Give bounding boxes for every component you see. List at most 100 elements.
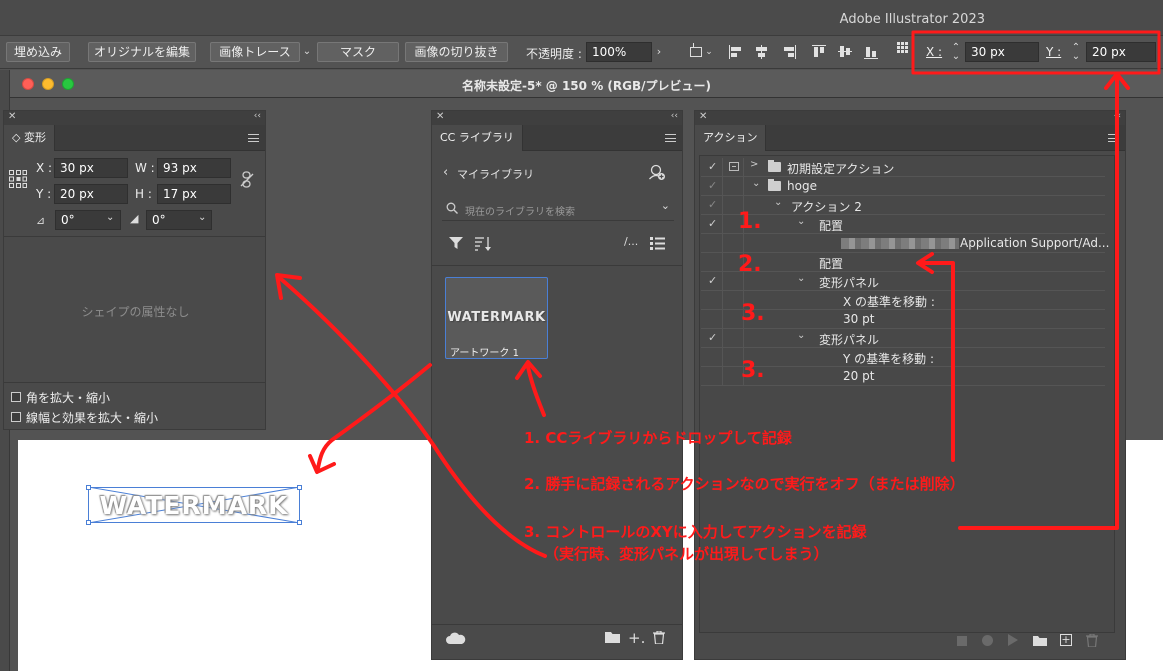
- constrain-proportions-icon[interactable]: [240, 171, 254, 189]
- toggle-item-check[interactable]: ✓: [708, 217, 717, 230]
- sort-icon[interactable]: [475, 237, 491, 251]
- align-bottom-icon[interactable]: [864, 45, 878, 59]
- toggle-item-check[interactable]: ✓: [708, 198, 717, 211]
- align-center-v-icon[interactable]: [838, 45, 852, 59]
- close-panel-icon[interactable]: ✕: [8, 111, 16, 122]
- toggle-item-check[interactable]: ✓: [708, 331, 717, 344]
- align-to-dropdown-icon[interactable]: ⌄: [702, 42, 716, 62]
- note-1: 1. CCライブラリからドロップして記録: [524, 429, 792, 447]
- transform-w-input[interactable]: 93 px: [157, 158, 231, 178]
- crop-image-button[interactable]: 画像の切り抜き: [405, 42, 508, 62]
- action-set-row[interactable]: ✓ > 初期設定アクション: [701, 158, 1105, 177]
- x-stepper-icon[interactable]: ⌃ ⌄: [949, 42, 963, 62]
- bbox-handle[interactable]: [297, 520, 302, 525]
- reference-point-icon[interactable]: [9, 170, 27, 188]
- library-name[interactable]: マイライブラリ: [457, 166, 534, 182]
- action-detail-row[interactable]: Application Support/Ad...: [701, 234, 1109, 253]
- filter-icon[interactable]: [449, 237, 463, 249]
- new-set-icon[interactable]: [1033, 635, 1047, 646]
- panel-menu-icon[interactable]: [248, 134, 259, 142]
- new-folder-icon[interactable]: [605, 631, 620, 643]
- scale-corners-checkbox[interactable]: [11, 392, 21, 402]
- edit-original-button[interactable]: オリジナルを編集: [88, 42, 196, 62]
- tab-actions[interactable]: アクション: [695, 125, 767, 151]
- transform-h-input[interactable]: 17 px: [157, 184, 231, 204]
- align-center-h-icon[interactable]: [755, 45, 769, 59]
- opacity-arrow-icon[interactable]: ›: [652, 42, 666, 62]
- action-row-text: 配置: [819, 257, 844, 271]
- panel-menu-icon[interactable]: [1108, 134, 1119, 142]
- bbox-handle[interactable]: [297, 485, 302, 490]
- note-3: 3. コントロールのXYに入力してアクションを記録: [524, 523, 867, 541]
- disclosure-triangle-icon[interactable]: ⌄: [774, 197, 782, 208]
- action-row-text: X の基準を移動 :: [843, 295, 935, 309]
- back-chevron-icon[interactable]: ‹: [443, 165, 448, 180]
- control-x-input[interactable]: 30 px: [965, 42, 1039, 62]
- play-icon[interactable]: [1008, 634, 1018, 646]
- add-user-icon[interactable]: [649, 164, 665, 180]
- library-item-thumbnail: WATERMARK: [447, 310, 546, 325]
- action-step-row[interactable]: ✓ ⌄ 変形パネル: [701, 329, 1105, 348]
- disclosure-triangle-icon[interactable]: ⌄: [797, 216, 805, 227]
- align-top-icon[interactable]: [812, 45, 826, 59]
- cc-library-panel: ✕ ‹‹ CC ライブラリ ‹ マイライブラリ 現在のライブラリを検索 ⌄ /..…: [431, 110, 683, 660]
- close-panel-icon[interactable]: ✕: [699, 111, 707, 122]
- tab-transform[interactable]: ◇ 変形: [4, 125, 55, 151]
- disclosure-triangle-icon[interactable]: >: [750, 159, 758, 170]
- transform-x-input[interactable]: 30 px: [54, 158, 128, 178]
- reference-point-icon[interactable]: [897, 42, 909, 54]
- action-row-text: 変形パネル: [819, 276, 880, 290]
- cloud-icon[interactable]: [446, 632, 466, 644]
- disclosure-triangle-icon[interactable]: ⌄: [752, 178, 760, 189]
- tab-cc-libraries[interactable]: CC ライブラリ: [432, 125, 523, 151]
- toggle-dialog-icon[interactable]: [729, 162, 739, 171]
- toggle-item-check[interactable]: ✓: [708, 274, 717, 287]
- document-title-bar: 名称未設定-5* @ 150 % (RGB/プレビュー): [10, 70, 1163, 98]
- collapse-panel-icon[interactable]: ‹‹: [671, 111, 678, 121]
- collapse-panel-icon[interactable]: ‹‹: [1114, 111, 1121, 121]
- toggle-item-check[interactable]: ✓: [708, 179, 717, 192]
- list-view-icon[interactable]: [650, 237, 665, 250]
- transform-w-label: W :: [135, 161, 155, 175]
- bbox-handle[interactable]: [86, 520, 91, 525]
- text-style-icon[interactable]: /...: [624, 235, 638, 248]
- image-trace-button[interactable]: 画像トレース: [210, 42, 300, 62]
- panel-menu-icon[interactable]: [665, 134, 676, 142]
- placed-artwork[interactable]: WATERMARK: [86, 485, 302, 525]
- divider: [4, 236, 265, 237]
- search-dropdown-icon[interactable]: ⌄: [661, 199, 670, 212]
- new-action-icon[interactable]: +: [1060, 634, 1072, 646]
- shear-dropdown-icon[interactable]: ⌄: [198, 212, 206, 223]
- transform-y-input[interactable]: 20 px: [54, 184, 128, 204]
- action-set-row[interactable]: ✓ ⌄ hoge: [701, 177, 1105, 196]
- mask-button[interactable]: マスク: [317, 42, 399, 62]
- add-icon[interactable]: +.: [628, 629, 645, 647]
- transform-x-label: X :: [36, 161, 53, 175]
- library-item-artwork-1[interactable]: WATERMARK アートワーク 1: [445, 277, 548, 359]
- control-x-label: X :: [926, 45, 943, 59]
- align-right-icon[interactable]: [782, 45, 796, 59]
- record-icon[interactable]: [982, 635, 993, 646]
- scale-strokes-checkbox[interactable]: [11, 412, 21, 422]
- y-stepper-icon[interactable]: ⌃ ⌄: [1069, 42, 1083, 62]
- disclosure-triangle-icon[interactable]: ⌄: [797, 273, 805, 284]
- stop-icon[interactable]: [957, 636, 967, 646]
- embed-button[interactable]: 埋め込み: [6, 42, 70, 62]
- control-y-input[interactable]: 20 px: [1086, 42, 1156, 62]
- toggle-item-check[interactable]: ✓: [708, 160, 717, 173]
- disclosure-triangle-icon[interactable]: ⌄: [797, 330, 805, 341]
- collapse-panel-icon[interactable]: ‹‹: [254, 111, 261, 121]
- trash-icon[interactable]: [653, 630, 665, 645]
- rotate-dropdown-icon[interactable]: ⌄: [106, 212, 114, 223]
- opacity-input[interactable]: 100%: [586, 42, 652, 62]
- library-item-name: アートワーク 1: [450, 348, 519, 359]
- close-panel-icon[interactable]: ✕: [436, 111, 444, 122]
- action-row-text: アクション 2: [791, 200, 862, 214]
- library-search[interactable]: 現在のライブラリを検索 ⌄: [442, 195, 674, 221]
- image-trace-dropdown-icon[interactable]: ⌄: [300, 42, 314, 62]
- transform-h-label: H :: [135, 187, 152, 201]
- bbox-handle[interactable]: [86, 485, 91, 490]
- align-left-icon[interactable]: [729, 45, 743, 59]
- delete-action-icon[interactable]: [1086, 633, 1098, 648]
- no-shape-attributes-text: シェイプの属性なし: [81, 305, 190, 319]
